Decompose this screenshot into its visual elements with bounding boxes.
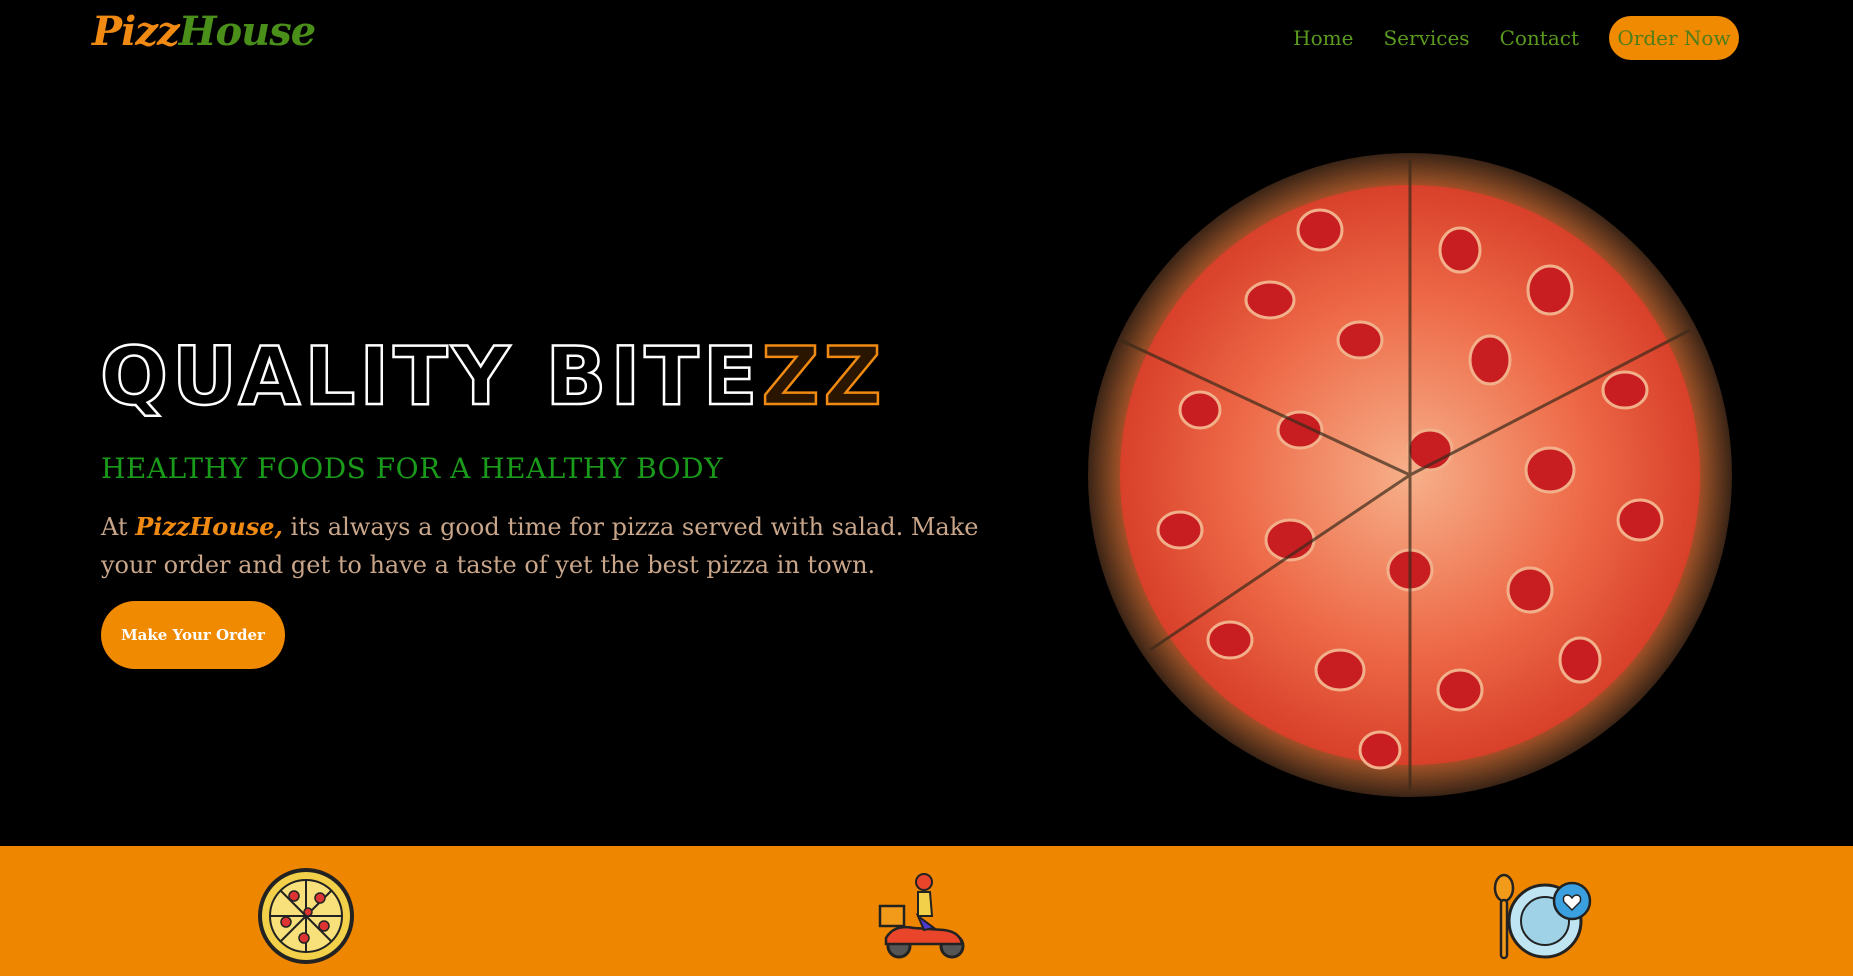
hero-title-main: QUALITY BITE (99, 329, 762, 425)
order-now-button[interactable]: Order Now (1609, 16, 1739, 60)
logo-part-house: House (178, 8, 317, 55)
nav-contact[interactable]: Contact (1500, 26, 1579, 50)
logo-part-pizz: Pizz (92, 8, 180, 55)
pizza-hero-image (1088, 153, 1732, 797)
main-nav: Home Services Contact Order Now (1263, 16, 1739, 60)
make-your-order-button[interactable]: Make Your Order (101, 601, 285, 669)
pizza-icon (258, 868, 354, 964)
desc-prefix: At (101, 513, 136, 541)
hero-title: QUALITY BITEZZ (99, 329, 886, 425)
features-band (0, 846, 1853, 976)
desc-brand: PizzHouse, (135, 512, 283, 541)
nav-home[interactable]: Home (1293, 26, 1353, 50)
delivery-scooter-icon (878, 873, 965, 959)
plate-heart-icon (1493, 873, 1592, 960)
nav-services[interactable]: Services (1383, 26, 1469, 50)
hero-title-accent: ZZ (760, 329, 886, 425)
hero-subtitle: HEALTHY FOODS FOR A HEALTHY BODY (101, 452, 724, 485)
site-logo[interactable]: PizzHouse (92, 8, 317, 55)
hero-description: At PizzHouse, its always a good time for… (101, 508, 1041, 584)
